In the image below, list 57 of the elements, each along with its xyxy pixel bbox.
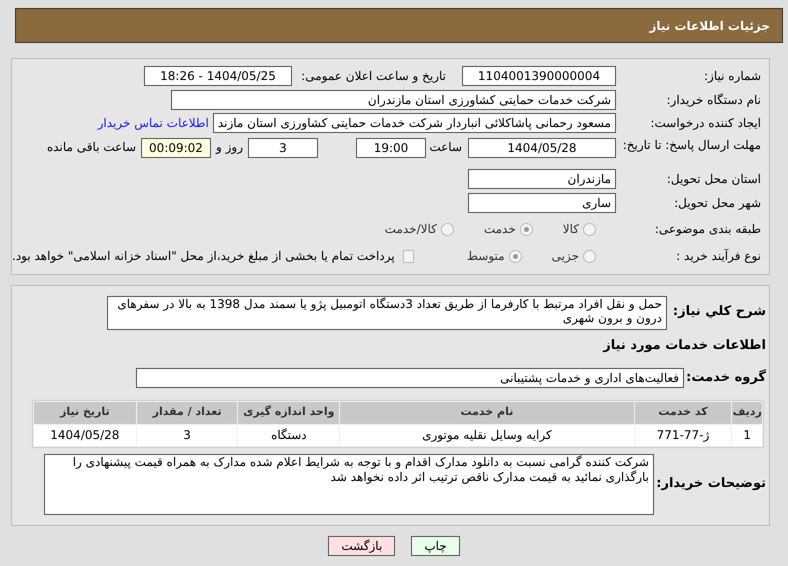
page-title: جزئیات اطلاعات نیاز bbox=[649, 18, 770, 34]
field-label: ساعت bbox=[428, 139, 463, 156]
table-cell: 1 bbox=[732, 424, 762, 446]
radio-button[interactable] bbox=[440, 222, 454, 236]
radio-button[interactable] bbox=[583, 222, 596, 236]
text-field[interactable]: 00:09:02 bbox=[141, 138, 211, 158]
field-label: گروه خدمت: bbox=[685, 368, 766, 387]
text-field[interactable]: مسعود رحمانی پاشاکلائی انباردار شرکت خدمات حمایتی کشاورزی استان مازند bbox=[212, 113, 616, 133]
column-header: نام خدمت bbox=[340, 402, 634, 424]
field-label: نام دستگاه خریدار: bbox=[666, 92, 761, 109]
radio-label: کالا bbox=[562, 221, 579, 238]
table-cell: دستگاه bbox=[238, 424, 340, 446]
summary-textarea[interactable]: حمل و نقل افراد مرتبط با کارفرما از طریق تعداد 3دستگاه اتومبیل پژو یا سمند مدل 1398 به بالا در سفرهای درون و برون شهری bbox=[106, 296, 667, 330]
text-field[interactable]: 1104001390000004 bbox=[462, 66, 616, 86]
text-field[interactable]: 19:00 bbox=[356, 138, 426, 158]
text-field[interactable]: ساری bbox=[468, 193, 616, 213]
checkbox[interactable] bbox=[402, 250, 414, 262]
field-label: شرح کلي نیاز: bbox=[672, 303, 766, 321]
radio-label: خدمت bbox=[484, 221, 516, 238]
field-label: روز و bbox=[214, 139, 244, 156]
text-field[interactable]: 1404/05/25 - 18:26 bbox=[144, 66, 292, 86]
field-label: طبقه بندی موضوعی: bbox=[654, 221, 761, 238]
field-label: شماره نیاز: bbox=[703, 68, 761, 85]
field-label: مهلت ارسال پاسخ: تا تاریخ: bbox=[622, 138, 761, 152]
text-field[interactable]: شرکت خدمات حمایتی کشاورزی استان مازندران bbox=[171, 90, 616, 110]
field-label: ایجاد کننده درخواست: bbox=[649, 115, 761, 132]
field-label: شهر محل تحویل: bbox=[673, 195, 761, 212]
radio-button[interactable] bbox=[583, 250, 596, 262]
table-cell: ژ-77-771 bbox=[634, 424, 732, 446]
radio-label: جزیی bbox=[552, 248, 579, 265]
radio-button[interactable] bbox=[520, 222, 533, 236]
field-label: تاریخ و ساعت اعلان عمومی: bbox=[300, 68, 447, 85]
table-cell: 3 bbox=[136, 424, 238, 446]
field-label: نوع فرآیند خرید : bbox=[675, 248, 761, 265]
column-header: کد خدمت bbox=[634, 402, 732, 424]
column-header: واحد اندازه گیری bbox=[238, 402, 340, 424]
radio-label: متوسط bbox=[466, 248, 505, 265]
print-button[interactable]: چاپ bbox=[411, 536, 460, 556]
radio-button[interactable] bbox=[508, 250, 522, 262]
radio-label: کالا/خدمت bbox=[384, 221, 437, 238]
checkbox-label: پرداخت تمام یا بخشی از مبلغ خرید،از محل "اسناد خزانه اسلامی" خواهد بود. bbox=[12, 248, 396, 265]
table-cell: 1404/05/28 bbox=[34, 424, 136, 446]
section-title: اطلاعات خدمات مورد نیاز bbox=[602, 337, 767, 355]
text-field[interactable]: 1404/05/28 bbox=[468, 138, 616, 158]
text-field[interactable]: فعالیت‌های اداری و خدمات پشتیبانی bbox=[136, 368, 684, 388]
field-label: ساعت باقی مانده bbox=[46, 139, 137, 156]
field-label: استان محل تحویل: bbox=[666, 171, 761, 188]
text-field[interactable]: مازندران bbox=[468, 169, 616, 189]
column-header: تاریخ نیاز bbox=[34, 402, 136, 424]
buyer-contact-link[interactable]: اطلاعات تماس خریدار bbox=[98, 114, 209, 132]
table-cell: کرایه وسایل نقلیه موتوری bbox=[340, 424, 634, 446]
column-header: تعداد / مقدار bbox=[136, 402, 238, 424]
column-header: ردیف bbox=[732, 402, 762, 424]
field-label: توضیحات خریدار: bbox=[655, 475, 766, 494]
text-field[interactable]: 3 bbox=[248, 138, 318, 158]
back-button[interactable]: بازگشت bbox=[328, 536, 396, 556]
notes-textarea[interactable]: شرکت کننده گرامی نسبت به دانلود مدارک اقدام و با توجه به شرایط اعلام شده مدارک به همراه قیمت پیشنهادی را بارگذاری نمائید به قیمت مدارک ناقص ترتیب اثر داده نخواهد شد bbox=[44, 454, 654, 514]
